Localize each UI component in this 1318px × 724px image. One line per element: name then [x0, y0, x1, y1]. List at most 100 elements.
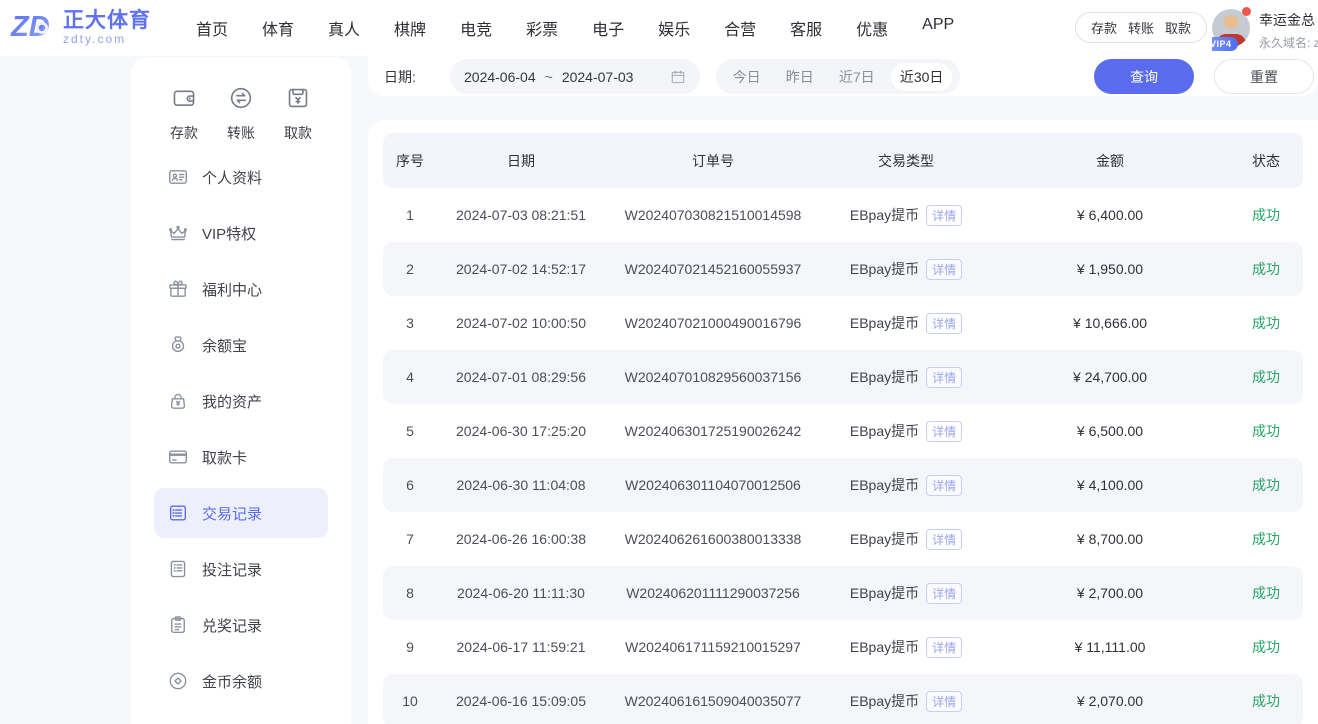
- column-header: 订单号: [605, 151, 821, 171]
- notification-dot: [1242, 7, 1251, 16]
- sidebar-item-8[interactable]: 投注记录: [154, 544, 328, 594]
- bank-card-icon: [167, 446, 189, 468]
- search-button[interactable]: 查询: [1094, 59, 1194, 94]
- quick-range-3[interactable]: 近7日: [830, 63, 884, 91]
- detail-button[interactable]: 详情: [926, 205, 962, 226]
- coin-icon: [167, 670, 189, 692]
- cell-date: 2024-07-02 14:52:17: [437, 261, 605, 277]
- table-row: 72024-06-26 16:00:38W2024062616003800133…: [383, 512, 1303, 566]
- cell-order-number: W202407030821510014598: [605, 207, 821, 223]
- quick-action-2[interactable]: 转账: [213, 85, 269, 143]
- table-row: 102024-06-16 15:09:05W202406161509040035…: [383, 674, 1303, 724]
- sidebar-item-4[interactable]: 余额宝: [154, 320, 328, 370]
- cell-type: EBpay提币详情: [821, 205, 991, 226]
- cell-no: 3: [383, 315, 437, 331]
- quick-range-1[interactable]: 今日: [724, 63, 770, 91]
- table-row: 92024-06-17 11:59:21W2024061711592100152…: [383, 620, 1303, 674]
- gift-icon: [167, 278, 189, 300]
- detail-button[interactable]: 详情: [926, 313, 962, 334]
- sidebar-item-10[interactable]: 金币余额: [154, 656, 328, 706]
- nav-item-10[interactable]: 客服: [790, 16, 822, 40]
- nav-item-9[interactable]: 合营: [724, 16, 756, 40]
- table-row: 52024-06-30 17:25:20W2024063017251900262…: [383, 404, 1303, 458]
- brand-logo-icon: ZD: [10, 7, 56, 50]
- cell-type: EBpay提币详情: [821, 313, 991, 334]
- cell-order-number: W202406161509040035077: [605, 693, 821, 709]
- date-separator: ~: [545, 69, 553, 85]
- transfer-icon: [228, 85, 254, 116]
- quick-range-2[interactable]: 昨日: [777, 63, 823, 91]
- wallet-icon: [171, 85, 197, 116]
- header-action-1[interactable]: 存款: [1091, 18, 1117, 37]
- quick-range-4[interactable]: 近30日: [891, 63, 953, 91]
- detail-button[interactable]: 详情: [926, 529, 962, 550]
- detail-button[interactable]: 详情: [926, 421, 962, 442]
- table-row: 22024-07-02 14:52:17W2024070214521600559…: [383, 242, 1303, 296]
- date-range-input[interactable]: 2024-06-04 ~ 2024-07-03: [450, 59, 700, 94]
- sidebar-item-3[interactable]: 福利中心: [154, 264, 328, 314]
- nav-item-7[interactable]: 电子: [592, 16, 624, 40]
- nav-item-1[interactable]: 首页: [196, 16, 228, 40]
- cell-type: EBpay提币详情: [821, 637, 991, 658]
- cell-order-number: W202406261600380013338: [605, 531, 821, 547]
- cell-status: 成功: [1229, 421, 1303, 441]
- nav-item-12[interactable]: APP: [922, 16, 954, 40]
- brand-logo[interactable]: ZD 正大体育 zdty.com: [10, 7, 152, 50]
- nav-item-5[interactable]: 电竞: [460, 16, 492, 40]
- table-row: 32024-07-02 10:00:50W2024070210004900167…: [383, 296, 1303, 350]
- sidebar-item-label: 福利中心: [202, 279, 262, 300]
- main-nav: 首页 体育 真人 棋牌 电竞 彩票 电子 娱乐 合营 客服 优惠 APP: [196, 16, 954, 40]
- transaction-icon: [167, 502, 189, 524]
- sidebar-item-5[interactable]: 我的资产: [154, 376, 328, 426]
- nav-item-2[interactable]: 体育: [262, 16, 294, 40]
- detail-button[interactable]: 详情: [926, 367, 962, 388]
- detail-button[interactable]: 详情: [926, 637, 962, 658]
- cell-amount: ¥ 2,700.00: [991, 585, 1229, 601]
- cell-type: EBpay提币详情: [821, 583, 991, 604]
- cell-type: EBpay提币详情: [821, 367, 991, 388]
- cell-type: EBpay提币详情: [821, 691, 991, 712]
- quick-action-3[interactable]: 取款: [270, 85, 326, 143]
- cell-no: 4: [383, 369, 437, 385]
- nav-item-6[interactable]: 彩票: [526, 16, 558, 40]
- table-header-row: 序号日期订单号交易类型金额状态: [383, 133, 1303, 188]
- user-name: 幸运金总: [1259, 10, 1318, 30]
- sidebar-item-label: 个人资料: [202, 167, 262, 188]
- cell-order-number: W202406201111290037256: [605, 585, 821, 601]
- cell-no: 5: [383, 423, 437, 439]
- sidebar-item-1[interactable]: 个人资料: [154, 152, 328, 202]
- nav-item-3[interactable]: 真人: [328, 16, 360, 40]
- cell-status: 成功: [1229, 637, 1303, 657]
- detail-button[interactable]: 详情: [926, 475, 962, 496]
- sidebar-item-7[interactable]: 交易记录: [154, 488, 328, 538]
- header-action-3[interactable]: 取款: [1165, 18, 1191, 37]
- sidebar-item-partial[interactable]: [154, 712, 328, 724]
- cell-order-number: W202407010829560037156: [605, 369, 821, 385]
- nav-item-11[interactable]: 优惠: [856, 16, 888, 40]
- wallet-actions: 存款转账取款: [1075, 12, 1207, 43]
- reset-button[interactable]: 重置: [1214, 59, 1314, 94]
- header-action-2[interactable]: 转账: [1128, 18, 1154, 37]
- detail-button[interactable]: 详情: [926, 691, 962, 712]
- sidebar-item-2[interactable]: VIP特权: [154, 208, 328, 258]
- column-header: 序号: [383, 151, 437, 171]
- cell-no: 1: [383, 207, 437, 223]
- user-chip[interactable]: VIP4 幸运金总 永久域名: zd: [1212, 7, 1318, 51]
- cell-order-number: W202407021000490016796: [605, 315, 821, 331]
- sidebar-item-label: 兑奖记录: [202, 615, 262, 636]
- avatar[interactable]: VIP4: [1212, 9, 1250, 47]
- table-body: 12024-07-03 08:21:51W2024070308215100145…: [368, 188, 1318, 724]
- pouch-icon: [167, 334, 189, 356]
- cell-no: 6: [383, 477, 437, 493]
- cell-date: 2024-06-20 11:11:30: [437, 585, 605, 601]
- sidebar-item-9[interactable]: 兑奖记录: [154, 600, 328, 650]
- sidebar-item-6[interactable]: 取款卡: [154, 432, 328, 482]
- detail-button[interactable]: 详情: [926, 259, 962, 280]
- nav-item-4[interactable]: 棋牌: [394, 16, 426, 40]
- detail-button[interactable]: 详情: [926, 583, 962, 604]
- cell-amount: ¥ 8,700.00: [991, 531, 1229, 547]
- nav-item-8[interactable]: 娱乐: [658, 16, 690, 40]
- quick-action-1[interactable]: 存款: [156, 85, 212, 143]
- sidebar-quick-actions: 存款转账取款: [131, 57, 351, 143]
- cell-status: 成功: [1229, 529, 1303, 549]
